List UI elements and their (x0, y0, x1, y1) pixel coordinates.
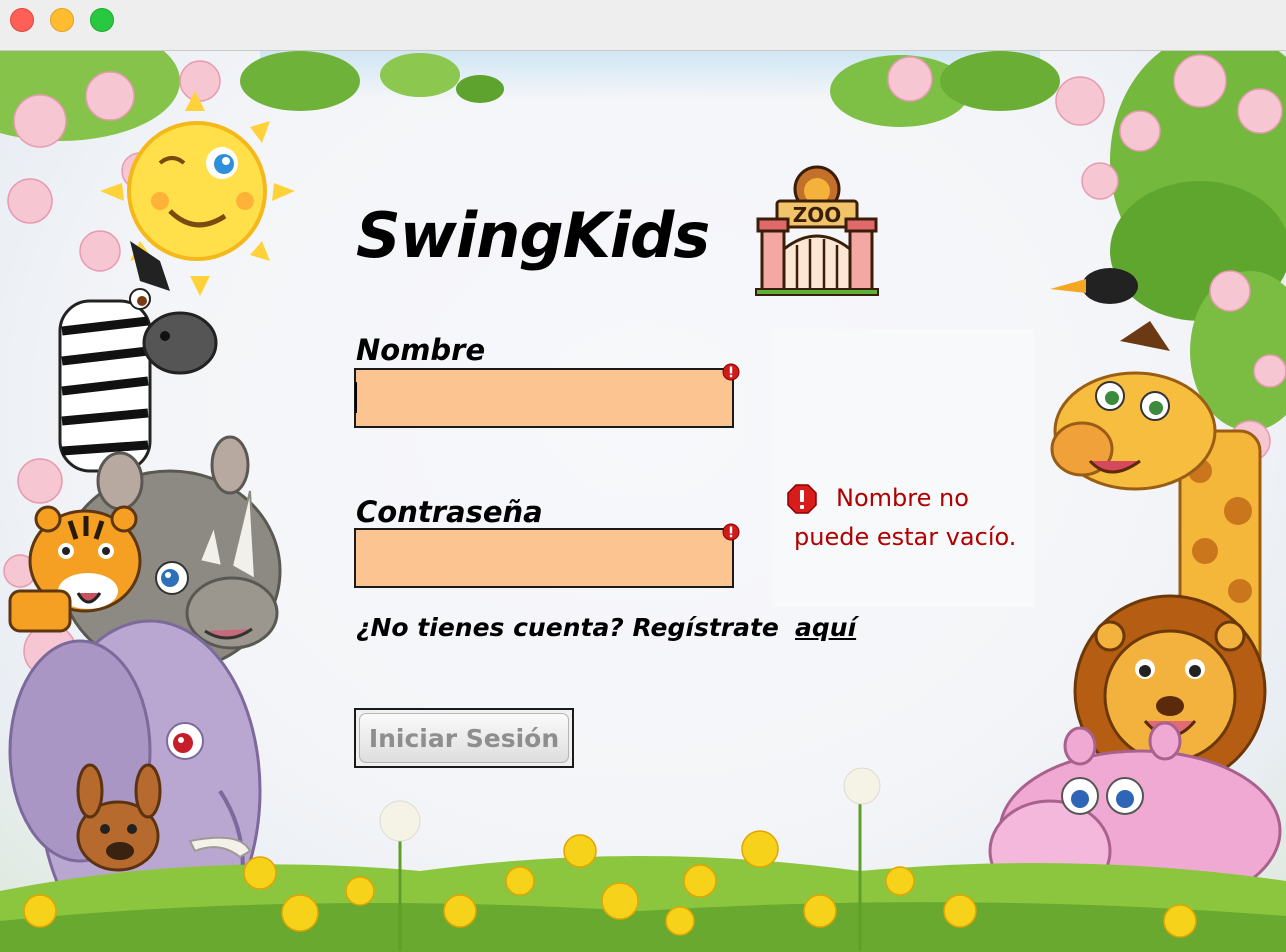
name-error-badge-icon (722, 363, 740, 381)
minimize-window-button[interactable] (50, 8, 74, 32)
login-window-content: SwingKids ZOO Nombre Contraseña ¿No tien… (0, 51, 1286, 952)
login-button[interactable]: Iniciar Sesión (354, 708, 574, 768)
zebra-character (58, 241, 218, 473)
toucan-character (1050, 268, 1138, 304)
zoo-gate-icon: ZOO (755, 165, 879, 296)
error-message-panel: Nombre no puede estar vacío. (772, 329, 1034, 607)
window-titlebar (0, 0, 1286, 51)
zoo-sign-text: ZOO (793, 203, 842, 227)
signup-link[interactable]: aquí (795, 613, 856, 642)
signup-prompt: ¿No tienes cuenta? Regístrate (356, 613, 779, 642)
app-title: SwingKids (356, 199, 710, 272)
name-label: Nombre (356, 333, 486, 367)
close-window-button[interactable] (10, 8, 34, 32)
password-label: Contraseña (356, 495, 543, 529)
jungle-background-illustration (0, 51, 1286, 952)
zoom-window-button[interactable] (90, 8, 114, 32)
name-input[interactable] (354, 368, 734, 428)
text-cursor (355, 382, 357, 413)
password-input[interactable] (354, 528, 734, 588)
login-button-label: Iniciar Sesión (359, 713, 569, 763)
error-message-text: Nombre no puede estar vacío. (794, 484, 1017, 551)
password-error-badge-icon (722, 523, 740, 541)
